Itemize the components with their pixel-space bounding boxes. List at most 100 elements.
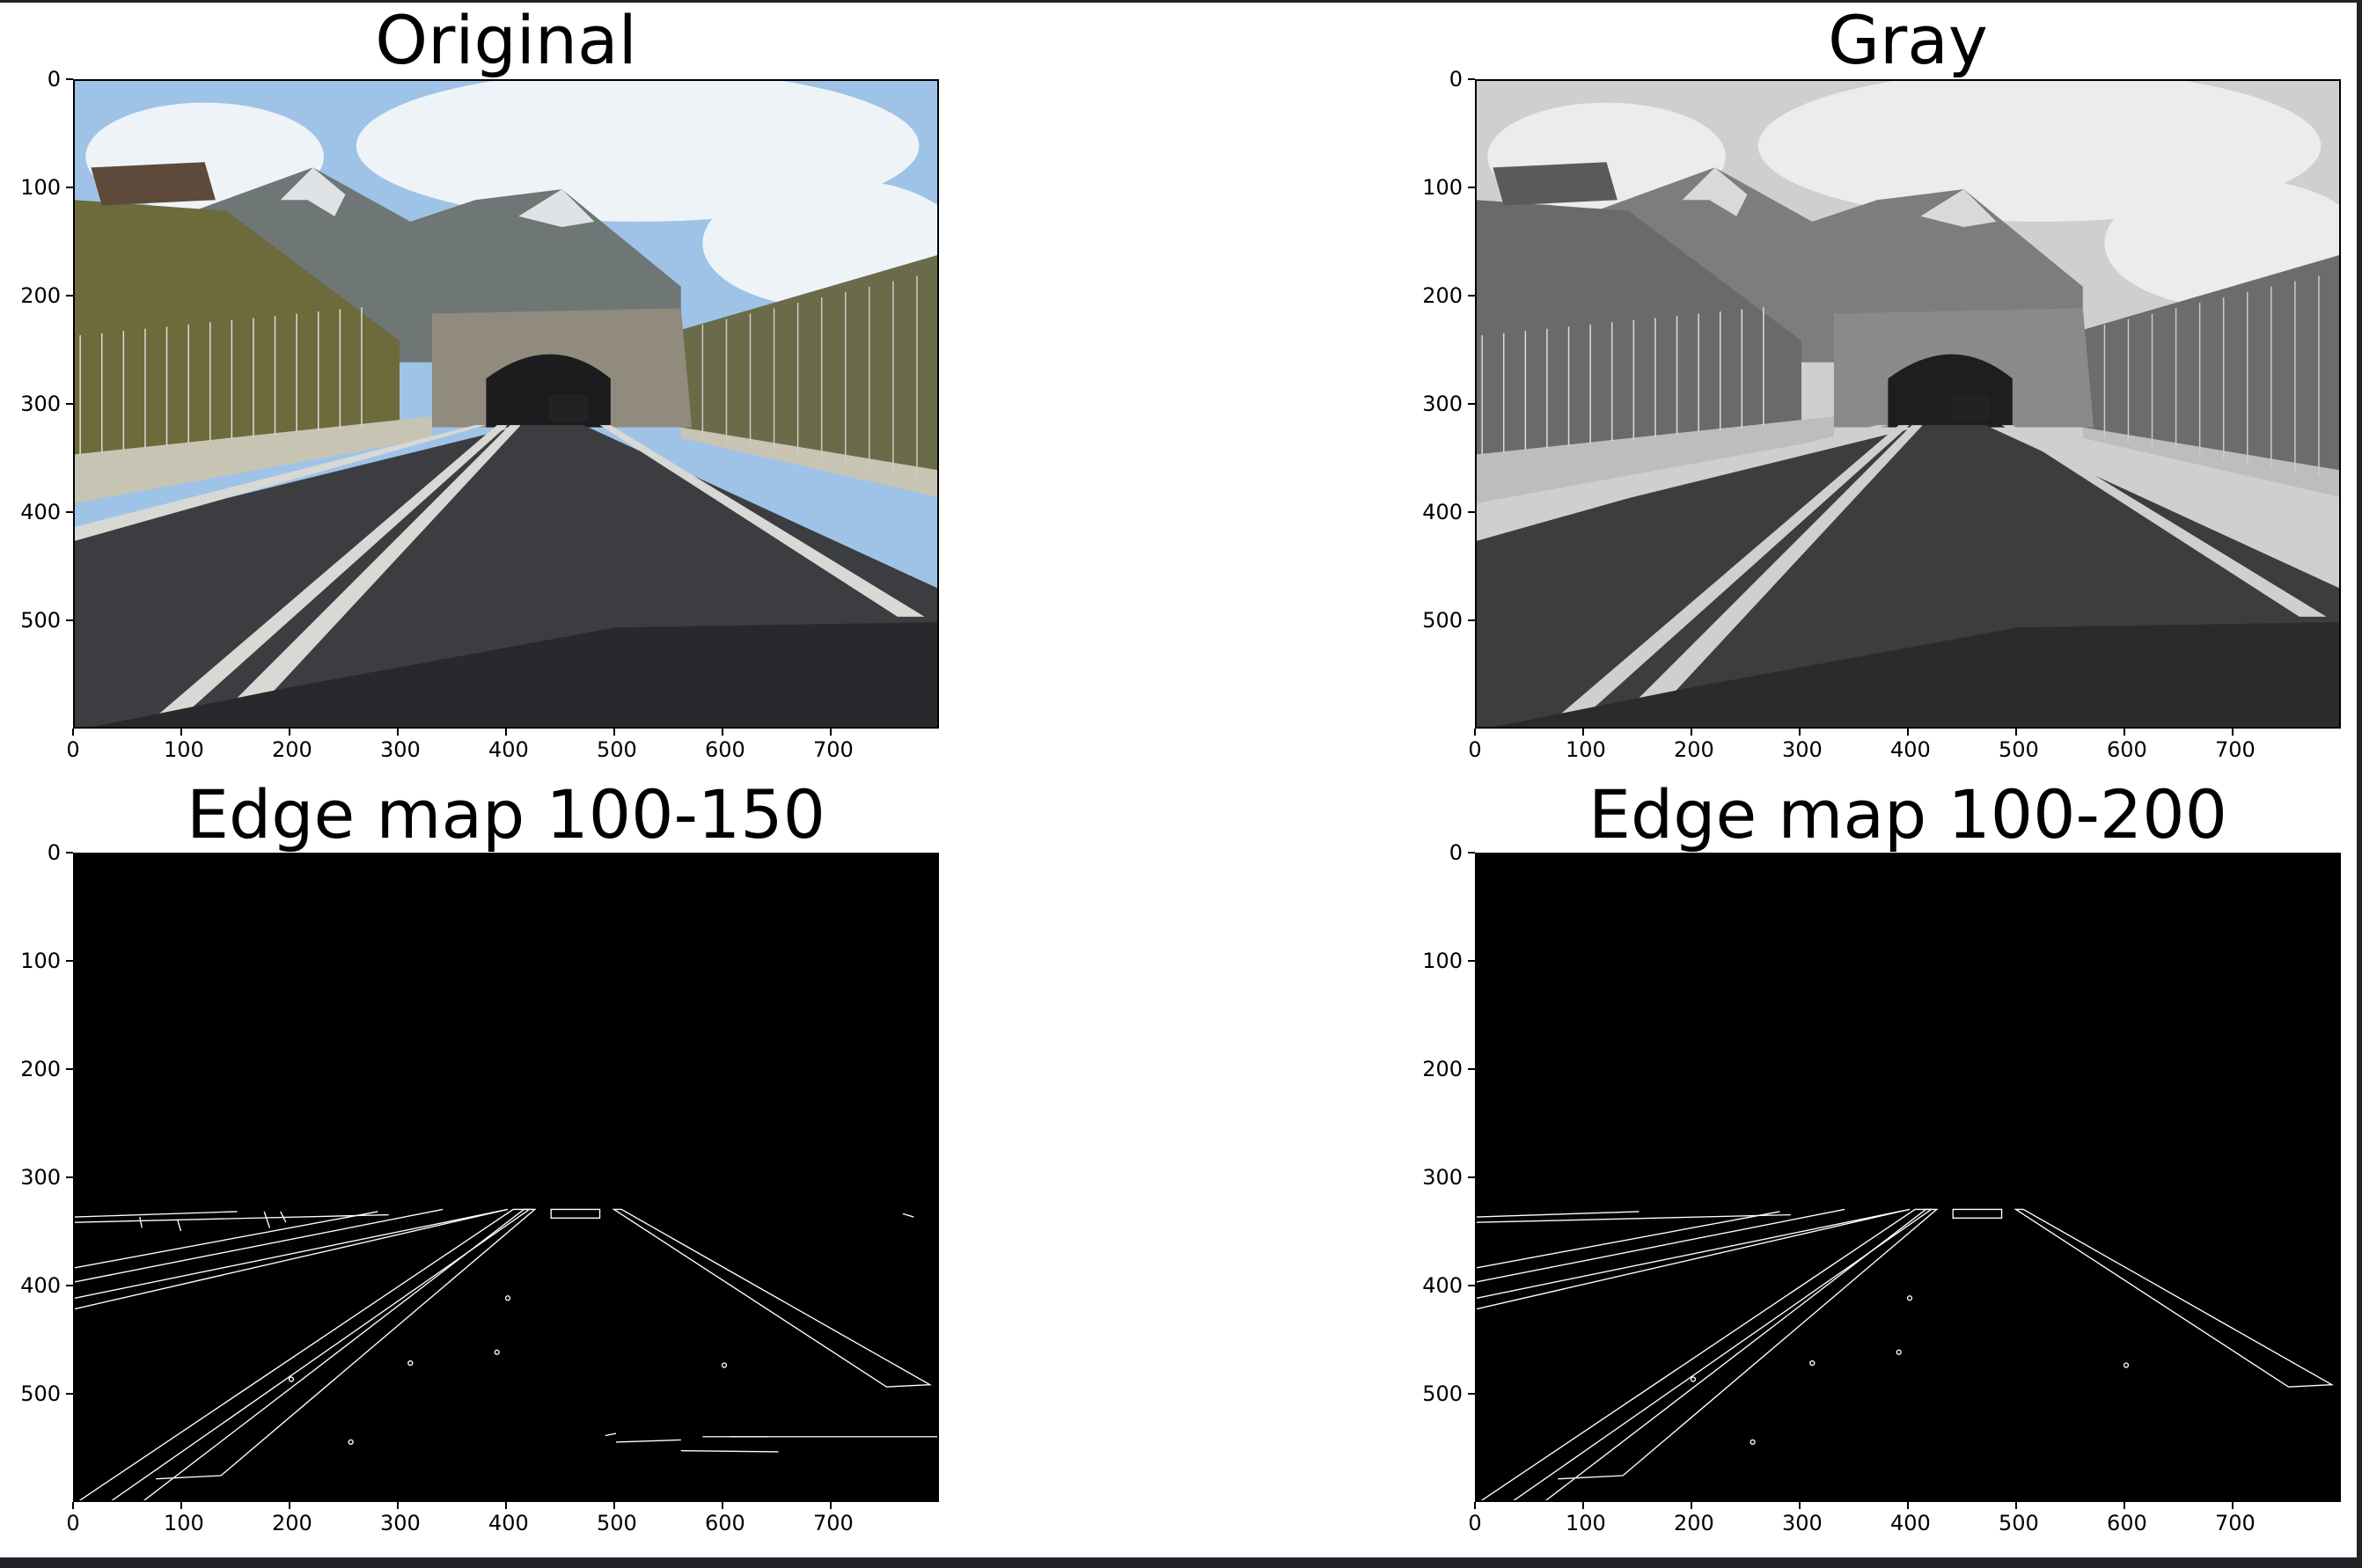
x-tick-label: 700 xyxy=(2215,1511,2256,1535)
y-tick-label: 300 xyxy=(20,392,61,416)
x-tick-label: 200 xyxy=(1674,1511,1714,1535)
y-tick-mark xyxy=(66,295,73,297)
y-tick-mark xyxy=(66,187,73,188)
x-tick-label: 0 xyxy=(66,737,80,762)
x-tick-mark xyxy=(1799,729,1801,736)
y-tick-label: 200 xyxy=(1422,1057,1463,1081)
x-tick-mark xyxy=(72,729,74,736)
x-tick-label: 600 xyxy=(2107,1511,2147,1535)
y-tick-label: 0 xyxy=(47,67,61,92)
x-tick-mark xyxy=(613,1502,615,1509)
photo-scene xyxy=(1477,81,2339,727)
image-original xyxy=(73,79,939,729)
x-tick-mark xyxy=(289,1502,290,1509)
y-tick-mark xyxy=(1468,511,1475,513)
x-tick-mark xyxy=(289,729,290,736)
x-tick-mark xyxy=(2124,1502,2125,1509)
window-top-border xyxy=(0,0,2362,3)
photo-scene xyxy=(75,81,937,727)
x-tick-mark xyxy=(2015,1502,2017,1509)
image-canvas-edge150 xyxy=(75,854,937,1500)
y-tick-mark xyxy=(66,403,73,405)
x-tick-mark xyxy=(505,729,507,736)
y-tick-label: 300 xyxy=(20,1165,61,1190)
panel-title-edge150: Edge map 100-150 xyxy=(187,775,825,854)
y-tick-mark xyxy=(1468,1393,1475,1395)
window-bottom-border xyxy=(0,1557,2362,1568)
x-tick-label: 200 xyxy=(272,1511,312,1535)
panel-edge150: Edge map 100-150 0 100 200 300 400 500 600 700 0 1… xyxy=(20,775,939,1546)
x-tick-label: 500 xyxy=(1999,737,2039,762)
y-tick-label: 400 xyxy=(1422,500,1463,524)
y-tick-label: 500 xyxy=(20,608,61,633)
x-tick-label: 700 xyxy=(813,1511,854,1535)
panel-edge200: Edge map 100-200 0 100 200 300 400 500 600 700 0 1… xyxy=(1422,781,2341,1546)
x-tick-mark xyxy=(2232,729,2234,736)
x-tick-label: 300 xyxy=(1782,737,1823,762)
y-tick-mark xyxy=(1468,78,1475,80)
y-tick-mark xyxy=(66,960,73,962)
y-tick-mark xyxy=(1468,187,1475,188)
y-tick-mark xyxy=(1468,619,1475,621)
panel-original: Original 0 100 200 300 400 500 600 700 0 100 200 300… xyxy=(20,1,939,773)
x-tick-label: 600 xyxy=(2107,737,2147,762)
image-canvas-edge200 xyxy=(1477,854,2339,1500)
x-tick-mark xyxy=(1691,1502,1692,1509)
y-tick-label: 500 xyxy=(1422,1381,1463,1406)
x-tick-label: 0 xyxy=(66,1511,80,1535)
y-tick-label: 0 xyxy=(47,840,61,865)
x-tick-label: 500 xyxy=(597,737,637,762)
y-tick-mark xyxy=(1468,403,1475,405)
y-tick-mark xyxy=(66,511,73,513)
x-tick-label: 200 xyxy=(1674,737,1714,762)
y-tick-label: 200 xyxy=(20,283,61,308)
x-tick-label: 400 xyxy=(488,737,529,762)
y-tick-mark xyxy=(66,1285,73,1286)
x-tick-label: 100 xyxy=(164,737,204,762)
x-tick-label: 300 xyxy=(380,737,421,762)
y-tick-label: 0 xyxy=(1449,67,1463,92)
y-tick-mark xyxy=(1468,852,1475,854)
x-tick-mark xyxy=(180,1502,182,1509)
image-canvas-original xyxy=(75,81,937,727)
y-tick-label: 100 xyxy=(1422,175,1463,200)
x-tick-mark xyxy=(830,1502,832,1509)
y-tick-label: 200 xyxy=(1422,283,1463,308)
x-tick-label: 300 xyxy=(1782,1511,1823,1535)
y-tick-label: 100 xyxy=(1422,949,1463,973)
x-tick-label: 600 xyxy=(705,737,745,762)
x-tick-label: 400 xyxy=(488,1511,529,1535)
x-tick-label: 100 xyxy=(164,1511,204,1535)
y-tick-label: 500 xyxy=(20,1381,61,1406)
x-tick-mark xyxy=(1691,729,1692,736)
x-tick-mark xyxy=(1474,729,1476,736)
y-tick-label: 400 xyxy=(20,500,61,524)
y-tick-mark xyxy=(1468,1176,1475,1178)
x-tick-mark xyxy=(1907,1502,1909,1509)
x-tick-label: 600 xyxy=(705,1511,745,1535)
y-tick-label: 0 xyxy=(1449,840,1463,865)
panel-title-original: Original xyxy=(375,1,637,79)
y-tick-mark xyxy=(66,78,73,80)
x-tick-mark xyxy=(613,729,615,736)
x-tick-mark xyxy=(1474,1502,1476,1509)
x-tick-label: 300 xyxy=(380,1511,421,1535)
panel-title-gray: Gray xyxy=(1828,1,1988,79)
window-right-border xyxy=(2357,0,2362,1568)
x-tick-mark xyxy=(72,1502,74,1509)
y-tick-label: 500 xyxy=(1422,608,1463,633)
y-tick-mark xyxy=(1468,1285,1475,1286)
x-tick-mark xyxy=(830,729,832,736)
y-tick-mark xyxy=(66,1068,73,1070)
y-tick-mark xyxy=(1468,1068,1475,1070)
x-tick-mark xyxy=(2124,729,2125,736)
x-tick-label: 400 xyxy=(1890,737,1931,762)
x-tick-label: 700 xyxy=(813,737,854,762)
x-tick-label: 500 xyxy=(597,1511,637,1535)
x-tick-mark xyxy=(397,1502,399,1509)
x-tick-label: 400 xyxy=(1890,1511,1931,1535)
x-tick-label: 500 xyxy=(1999,1511,2039,1535)
panel-gray: Gray 0 100 200 300 400 500 600 700 0 100 200 300 400 5… xyxy=(1422,1,2341,773)
y-tick-label: 100 xyxy=(20,949,61,973)
y-tick-mark xyxy=(1468,295,1475,297)
